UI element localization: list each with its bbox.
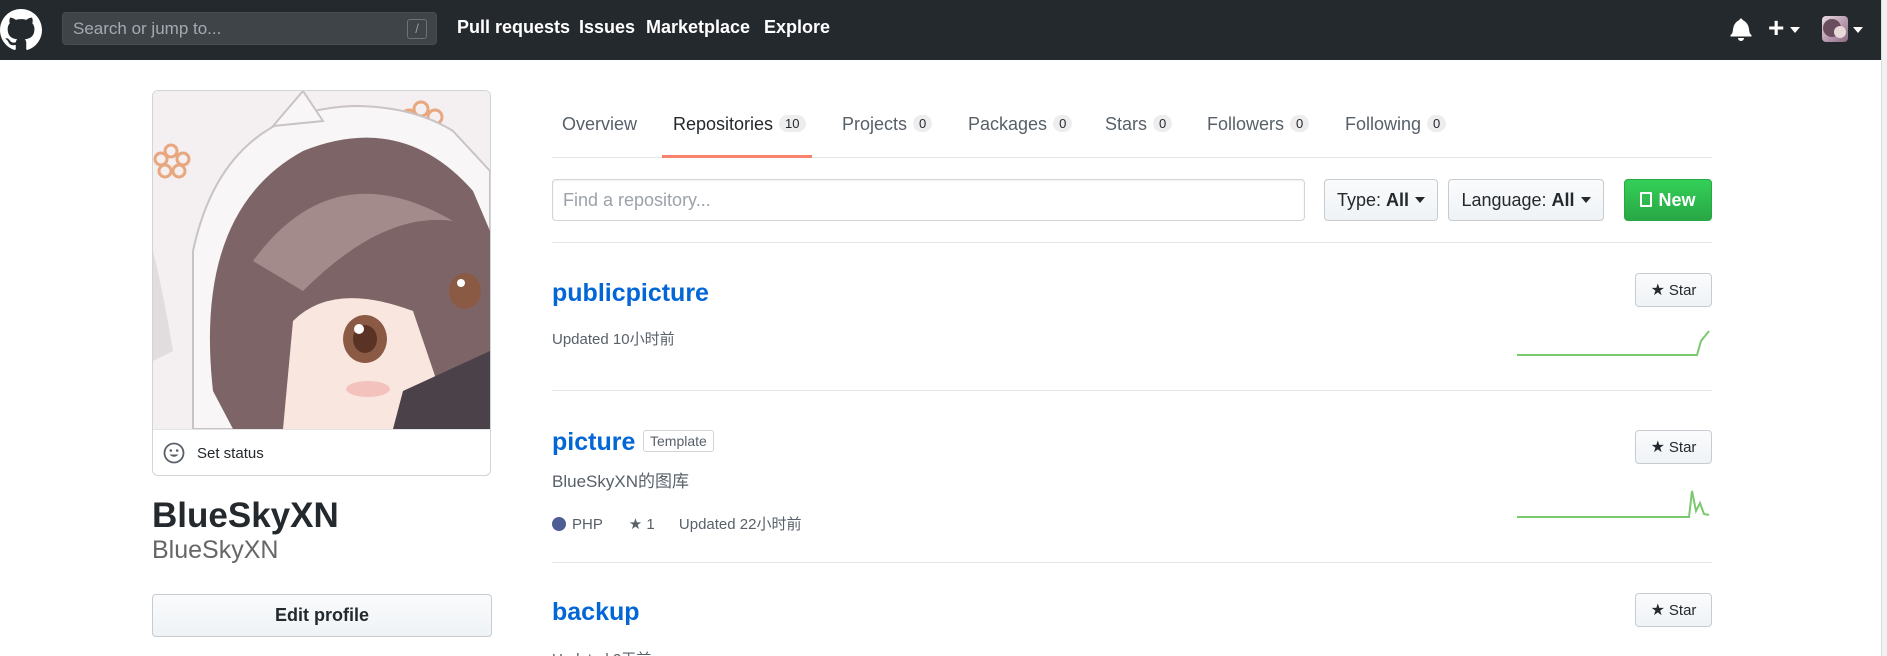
search-input[interactable] — [63, 13, 436, 44]
plus-icon[interactable]: + — [1768, 14, 1784, 42]
tab-following[interactable]: Following 0 — [1345, 114, 1447, 135]
profile-tabs: Overview Repositories 10 Projects 0 Packag… — [552, 96, 1712, 158]
search-hotkey-hint: / — [407, 19, 427, 39]
tab-overview[interactable]: Overview — [562, 114, 637, 135]
activity-sparkline — [1517, 330, 1710, 356]
repo-name-link[interactable]: backup — [552, 598, 640, 627]
avatar-caret-icon[interactable] — [1853, 27, 1863, 33]
repo-name-link[interactable]: publicpicture — [552, 279, 709, 308]
repo-language: PHP — [572, 516, 603, 533]
star-label: Star — [1668, 439, 1697, 456]
language-filter-value: All — [1551, 189, 1575, 210]
profile-avatar-image — [153, 91, 490, 429]
nav-issues[interactable]: Issues — [579, 17, 635, 38]
star-icon: ★ — [1650, 282, 1665, 299]
smiley-icon — [163, 442, 185, 464]
plus-caret-icon[interactable] — [1790, 27, 1800, 33]
new-repository-button[interactable]: New — [1624, 179, 1712, 221]
tab-counter: 10 — [779, 115, 806, 132]
tab-label: Repositories — [673, 114, 774, 134]
repo-updated: Updated 22小时前 — [678, 516, 802, 533]
profile-fullname: BlueSkyXN — [152, 496, 339, 535]
repo-updated: Updated 10小时前 — [552, 331, 675, 348]
language-color-dot — [552, 517, 566, 531]
set-status-label: Set status — [197, 445, 264, 462]
tab-label: Following — [1345, 114, 1422, 134]
tab-label: Projects — [842, 114, 908, 134]
star-button[interactable]: ★ Star — [1635, 430, 1712, 464]
tab-counter: 0 — [913, 115, 933, 132]
repo-name-link[interactable]: picture — [552, 428, 635, 457]
template-badge: Template — [643, 430, 714, 452]
github-logo-icon[interactable] — [0, 9, 42, 51]
type-filter-prefix: Type: — [1336, 189, 1381, 210]
new-button-label: New — [1658, 189, 1696, 210]
star-icon: ★ — [1650, 439, 1665, 456]
nav-marketplace[interactable]: Marketplace — [646, 17, 750, 38]
repo-list-item: publicpicture Updated 10小时前 ★ Star — [552, 243, 1712, 391]
bell-icon[interactable] — [1730, 17, 1752, 41]
type-filter-value: All — [1386, 189, 1410, 210]
repo-updated: Updated 2天前 — [552, 648, 651, 656]
nav-pull-requests[interactable]: Pull requests — [457, 17, 570, 38]
active-tab-underline — [662, 155, 812, 158]
tab-counter: 0 — [1290, 115, 1310, 132]
set-status-button[interactable]: Set status — [153, 429, 490, 475]
repo-list-item: picture Template BlueSkyXN的图库 PHP ★ 1 Up… — [552, 391, 1712, 563]
tab-label: Stars — [1105, 114, 1148, 134]
activity-sparkline — [1517, 490, 1710, 518]
tab-label: Packages — [968, 114, 1048, 134]
star-count: 1 — [646, 516, 655, 533]
star-count-link[interactable]: ★ 1 — [629, 516, 655, 533]
profile-avatar-card: Set status — [152, 90, 491, 476]
scrollbar[interactable] — [1881, 0, 1887, 656]
star-label: Star — [1668, 282, 1697, 299]
tab-label: Followers — [1207, 114, 1285, 134]
tab-projects[interactable]: Projects 0 — [842, 114, 933, 135]
chevron-down-icon — [1580, 196, 1591, 203]
tab-label: Overview — [562, 114, 638, 134]
global-search[interactable]: / — [62, 12, 437, 45]
tab-counter: 0 — [1153, 115, 1173, 132]
tab-counter: 0 — [1427, 115, 1447, 132]
tab-followers[interactable]: Followers 0 — [1207, 114, 1310, 135]
tab-stars[interactable]: Stars 0 — [1105, 114, 1173, 135]
star-button[interactable]: ★ Star — [1635, 593, 1712, 627]
language-filter-dropdown[interactable]: Language: All — [1448, 179, 1604, 221]
tab-packages[interactable]: Packages 0 — [968, 114, 1073, 135]
repo-book-icon — [1640, 191, 1653, 207]
global-header: / Pull requests Issues Marketplace Explo… — [0, 0, 1881, 60]
chevron-down-icon — [1415, 196, 1426, 203]
edit-profile-button[interactable]: Edit profile — [152, 594, 492, 637]
star-button[interactable]: ★ Star — [1635, 273, 1712, 307]
repo-meta: PHP ★ 1 Updated 22小时前 — [552, 513, 801, 534]
repo-description: BlueSkyXN的图库 — [552, 472, 689, 491]
profile-username: BlueSkyXN — [152, 536, 279, 564]
tab-counter: 0 — [1053, 115, 1073, 132]
nav-explore[interactable]: Explore — [764, 17, 830, 38]
star-icon: ★ — [1650, 602, 1665, 619]
star-label: Star — [1668, 602, 1697, 619]
tab-repositories[interactable]: Repositories 10 — [673, 114, 806, 135]
language-filter-prefix: Language: — [1461, 189, 1547, 210]
star-icon: ★ — [628, 516, 643, 533]
find-repository-input[interactable] — [552, 179, 1305, 221]
type-filter-dropdown[interactable]: Type: All — [1324, 179, 1438, 221]
repo-list-item: backup Updated 2天前 ★Star — [552, 563, 1712, 656]
avatar[interactable] — [1822, 16, 1848, 42]
